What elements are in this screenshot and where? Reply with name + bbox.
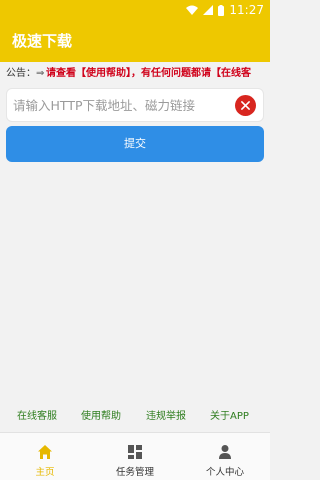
battery-icon bbox=[218, 4, 225, 16]
nav-item-home[interactable]: 主页 bbox=[0, 433, 90, 480]
app-bar: 极速下载 bbox=[0, 20, 270, 62]
url-input-card bbox=[6, 88, 264, 122]
nav-item-tasks[interactable]: 任务管理 bbox=[90, 433, 180, 480]
notice-text: 请查看【使用帮助】，有任何问题都请【在线客 bbox=[46, 68, 251, 79]
link-online-support[interactable]: 在线客服 bbox=[17, 407, 57, 422]
notice-label: 公告： bbox=[6, 68, 36, 79]
bottom-nav: 主页 任务管理 个人中心 bbox=[0, 432, 270, 480]
url-input[interactable] bbox=[13, 89, 231, 121]
clear-button[interactable] bbox=[235, 95, 256, 116]
close-icon bbox=[241, 101, 250, 110]
home-icon bbox=[38, 445, 52, 459]
signal-icon bbox=[203, 5, 214, 15]
submit-button[interactable]: 提交 bbox=[6, 126, 264, 162]
status-time: 11:27 bbox=[229, 3, 264, 17]
notice-bar: 公告： ⇒ 请查看【使用帮助】，有任何问题都请【在线客 bbox=[0, 64, 270, 84]
notice-arrow-icon: ⇒ bbox=[36, 68, 45, 79]
link-about-app[interactable]: 关于APP bbox=[210, 407, 249, 422]
status-icons: 11:27 bbox=[186, 2, 264, 18]
nav-label-profile: 个人中心 bbox=[205, 467, 244, 478]
nav-item-profile[interactable]: 个人中心 bbox=[180, 433, 270, 480]
nav-label-home: 主页 bbox=[35, 467, 55, 478]
footer-links: 在线客服 使用帮助 违规举报 关于APP bbox=[0, 407, 270, 423]
grid-icon bbox=[128, 445, 142, 459]
status-bar: 11:27 bbox=[0, 0, 270, 20]
nav-label-tasks: 任务管理 bbox=[115, 467, 154, 478]
link-report[interactable]: 违规举报 bbox=[146, 407, 186, 422]
app-title: 极速下载 bbox=[12, 32, 73, 50]
link-help[interactable]: 使用帮助 bbox=[81, 407, 121, 422]
person-icon bbox=[219, 445, 231, 459]
wifi-icon bbox=[186, 5, 199, 15]
